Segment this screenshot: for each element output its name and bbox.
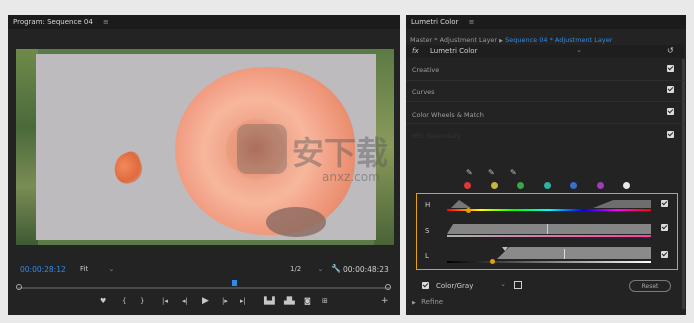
add-button-icon[interactable]: +	[381, 296, 389, 306]
refine-label: Refine	[421, 298, 444, 306]
transport-controls: ♥ { } |◂ ◂| ▶ |▸ ▸| ▙▟ ▟▙ ◙ ⊞ +	[96, 296, 396, 309]
saturation-enable-checkbox[interactable]	[661, 224, 668, 231]
color-preset-swatches	[464, 182, 644, 190]
ruler-end-handle[interactable]	[385, 284, 391, 290]
section-enable-checkbox[interactable]	[667, 86, 674, 93]
color-swatch[interactable]	[570, 182, 577, 189]
section-creative[interactable]: Creative	[406, 60, 684, 81]
effect-dropdown[interactable]: Lumetri Color ⌄	[426, 46, 584, 56]
go-to-out-icon[interactable]: ▸|	[240, 297, 246, 305]
watermark-text: 安下载	[292, 134, 389, 172]
section-title: Creative	[412, 66, 440, 74]
reset-button[interactable]: Reset	[629, 280, 671, 292]
luminance-enable-checkbox[interactable]	[661, 251, 668, 258]
color-swatch[interactable]	[517, 182, 524, 189]
button-editor-icon[interactable]: ⊞	[322, 297, 328, 305]
saturation-gradient[interactable]	[447, 235, 651, 237]
resolution-dropdown[interactable]: 1/2 ⌄	[290, 265, 323, 273]
breadcrumb-sequence[interactable]: Sequence 04 * Adjustment Layer	[505, 36, 612, 44]
eyedropper-add-icon[interactable]: ✎	[488, 168, 495, 177]
color-swatch[interactable]	[490, 182, 498, 189]
current-timecode[interactable]: 00:00:28:12	[20, 265, 66, 274]
chevron-down-icon: ⌄	[317, 265, 324, 273]
eyedropper-subtract-icon[interactable]: ✎	[510, 168, 517, 177]
chevron-right-icon: ▶	[412, 300, 416, 306]
watermark-sub: anxz.com	[322, 170, 380, 184]
color-swatch[interactable]	[623, 182, 630, 189]
extract-icon[interactable]: ▟▙	[284, 297, 295, 305]
chevron-down-icon: ⌄	[500, 280, 506, 288]
luminance-key-label: L	[425, 252, 429, 260]
luminance-range[interactable]	[447, 247, 651, 261]
refine-section[interactable]: ▶ Refine	[412, 298, 443, 306]
luminance-handle[interactable]	[490, 259, 495, 264]
hue-handle[interactable]	[466, 208, 471, 213]
playhead[interactable]	[232, 280, 237, 286]
breadcrumb-arrow-icon: ▶	[499, 38, 504, 44]
saturation-range[interactable]	[447, 224, 651, 234]
color-gray-label: Color/Gray	[436, 282, 474, 290]
settings-wrench-icon[interactable]: 🔧	[331, 264, 341, 273]
reset-effect-icon[interactable]: ↺	[667, 46, 674, 55]
lumetri-title[interactable]: Lumetri Color	[411, 18, 458, 26]
luminance-gradient[interactable]	[447, 261, 651, 263]
mark-out-icon[interactable]: }	[140, 297, 144, 305]
panel-menu-icon[interactable]: ≡	[469, 18, 475, 26]
watermark-logo	[237, 124, 287, 174]
effect-name: Lumetri Color	[430, 47, 478, 55]
section-enable-checkbox[interactable]	[667, 65, 674, 72]
go-to-in-icon[interactable]: |◂	[162, 297, 168, 305]
hue-enable-checkbox[interactable]	[661, 200, 668, 207]
total-duration: 00:00:48:23	[343, 265, 389, 274]
chevron-down-icon: ⌄	[576, 46, 582, 54]
time-ruler[interactable]	[18, 287, 390, 289]
resolution-value: 1/2	[290, 265, 302, 273]
export-frame-icon[interactable]: ◙	[304, 297, 311, 305]
section-color-wheels[interactable]: Color Wheels & Match	[406, 103, 684, 124]
saturation-key-label: S	[425, 227, 430, 235]
color-swatch[interactable]	[596, 182, 604, 189]
rose-stem-leaf	[266, 207, 326, 237]
invert-mask-icon[interactable]	[514, 281, 522, 289]
breadcrumb-master[interactable]: Master * Adjustment Layer	[410, 36, 497, 44]
section-hsl-secondary[interactable]: HSL Secondary	[406, 126, 684, 144]
chevron-down-icon: ⌄	[108, 265, 115, 273]
add-marker-icon[interactable]: ♥	[100, 297, 106, 305]
breadcrumb: Master * Adjustment Layer ▶ Sequence 04 …	[410, 36, 612, 44]
hue-key-label: H	[425, 201, 431, 209]
fx-label: fx	[412, 47, 419, 55]
step-back-icon[interactable]: ◂|	[182, 297, 188, 305]
reset-button-label: Reset	[641, 283, 659, 290]
color-gray-dropdown[interactable]: Color/Gray ⌄	[434, 280, 508, 290]
section-curves[interactable]: Curves	[406, 81, 684, 102]
section-enable-checkbox[interactable]	[667, 131, 674, 138]
eyedropper-icon[interactable]: ✎	[466, 168, 473, 177]
fit-dropdown[interactable]: Fit ⌄	[80, 265, 114, 273]
panel-menu-icon[interactable]: ≡	[103, 18, 109, 26]
hue-range-top[interactable]	[447, 200, 651, 208]
foliage-left	[16, 49, 38, 245]
hue-spectrum[interactable]	[447, 209, 651, 211]
fit-value: Fit	[80, 265, 89, 273]
color-swatch[interactable]	[543, 182, 551, 189]
program-monitor-title[interactable]: Program: Sequence 04	[13, 18, 93, 26]
section-title: Curves	[412, 88, 435, 96]
section-title: HSL Secondary	[412, 132, 462, 140]
mark-in-icon[interactable]: {	[122, 297, 126, 305]
color-gray-checkbox[interactable]	[422, 282, 429, 289]
lift-icon[interactable]: ▙▟	[264, 297, 275, 305]
section-enable-checkbox[interactable]	[667, 108, 674, 115]
step-forward-icon[interactable]: |▸	[222, 297, 228, 305]
section-title: Color Wheels & Match	[412, 111, 484, 119]
color-swatch[interactable]	[464, 182, 471, 189]
lumetri-header: Lumetri Color ≡	[406, 15, 686, 29]
play-icon[interactable]: ▶	[202, 296, 209, 306]
program-monitor-header: Program: Sequence 04 ≡	[8, 15, 400, 29]
ruler-start-handle[interactable]	[16, 284, 22, 290]
